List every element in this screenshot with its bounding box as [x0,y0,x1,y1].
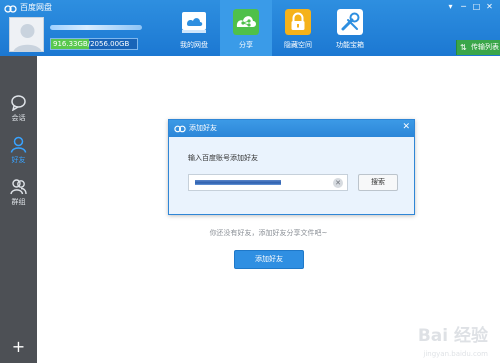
sidebar-label: 好友 [11,156,26,164]
add-icon[interactable]: + [0,339,37,355]
toolbox-icon [337,9,363,35]
app-title: 百度网盘 [20,3,52,12]
default-avatar-icon [10,18,43,51]
lock-icon [285,9,311,35]
sidebar-item-groups[interactable]: 群组 [0,176,37,210]
sidebar-label: 会话 [11,114,26,122]
dialog-prompt: 输入百度账号添加好友 [188,154,258,162]
cloud-logo-icon [174,125,186,133]
window-controls: ▾ ─ □ ✕ [444,1,496,12]
top-header: 百度网盘 ▾ ─ □ ✕ 916.33GB/2056.00GB 我的网盘 分享 … [0,0,500,56]
nav-label: 功能宝箱 [336,41,364,49]
nav-toolbox[interactable]: 功能宝箱 [324,0,376,56]
avatar[interactable] [9,17,44,52]
dialog-title-bar: 添加好友 ✕ [169,120,414,137]
nav-share[interactable]: 分享 [220,0,272,56]
nav-label: 我的网盘 [180,41,208,49]
add-friend-button[interactable]: 添加好友 [234,250,304,269]
transfer-icon: ⇅ [460,43,467,52]
storage-quota-text: 916.33GB/2056.00GB [53,40,130,48]
watermark-text: Bai 经验 [417,326,488,346]
sidebar-item-friends[interactable]: 好友 [0,134,37,168]
transfer-list-button[interactable]: ⇅ 传输列表 [456,40,500,55]
nav-label: 隐藏空间 [284,41,312,49]
watermark-subtext: jingyan.baidu.com [423,350,488,358]
empty-friends-text: 你还没有好友，添加好友分享文件吧~ [209,229,328,237]
sidebar-label: 群组 [11,198,26,206]
account-search-input[interactable]: ✕ [188,174,348,191]
baidu-jingyan-watermark: Bai 经验 jingyan.baidu.com [402,323,494,359]
clear-input-icon[interactable]: ✕ [333,178,343,188]
title-bar: 百度网盘 [4,2,52,14]
close-icon[interactable]: ✕ [483,1,496,12]
close-icon[interactable]: ✕ [402,122,410,133]
group-icon [10,179,27,195]
minimize-icon[interactable]: ─ [457,1,470,12]
left-sidebar: 会话 好友 群组 + [0,56,37,363]
main-content: 添加好友 ✕ 输入百度账号添加好友 ✕ 搜索 你还没有好友，添加好友分享文件吧~… [37,56,500,363]
chat-icon [11,95,26,111]
dialog-title: 添加好友 [189,124,217,132]
main-nav: 我的网盘 分享 隐藏空间 功能宝箱 [168,0,376,56]
cloud-drive-icon [182,12,206,33]
add-friend-dialog: 添加好友 ✕ 输入百度账号添加好友 ✕ 搜索 [168,119,415,215]
account-input-value-blurred [195,178,281,187]
menu-dropdown-icon[interactable]: ▾ [444,1,457,12]
cloud-logo-icon [4,4,17,13]
username-blurred[interactable] [50,25,142,30]
baidu-netdisk-window: 百度网盘 ▾ ─ □ ✕ 916.33GB/2056.00GB 我的网盘 分享 … [0,0,500,363]
storage-quota-bar: 916.33GB/2056.00GB [50,38,138,50]
friend-icon [10,136,27,153]
nav-my-drive[interactable]: 我的网盘 [168,0,220,56]
dialog-body: 输入百度账号添加好友 ✕ 搜索 [169,137,414,214]
maximize-icon[interactable]: □ [470,1,483,12]
nav-hidden-space[interactable]: 隐藏空间 [272,0,324,56]
search-button[interactable]: 搜索 [358,174,398,191]
sidebar-item-chat[interactable]: 会话 [0,92,37,126]
share-icon [233,9,259,35]
nav-label: 分享 [239,41,253,49]
transfer-list-label: 传输列表 [471,43,499,51]
